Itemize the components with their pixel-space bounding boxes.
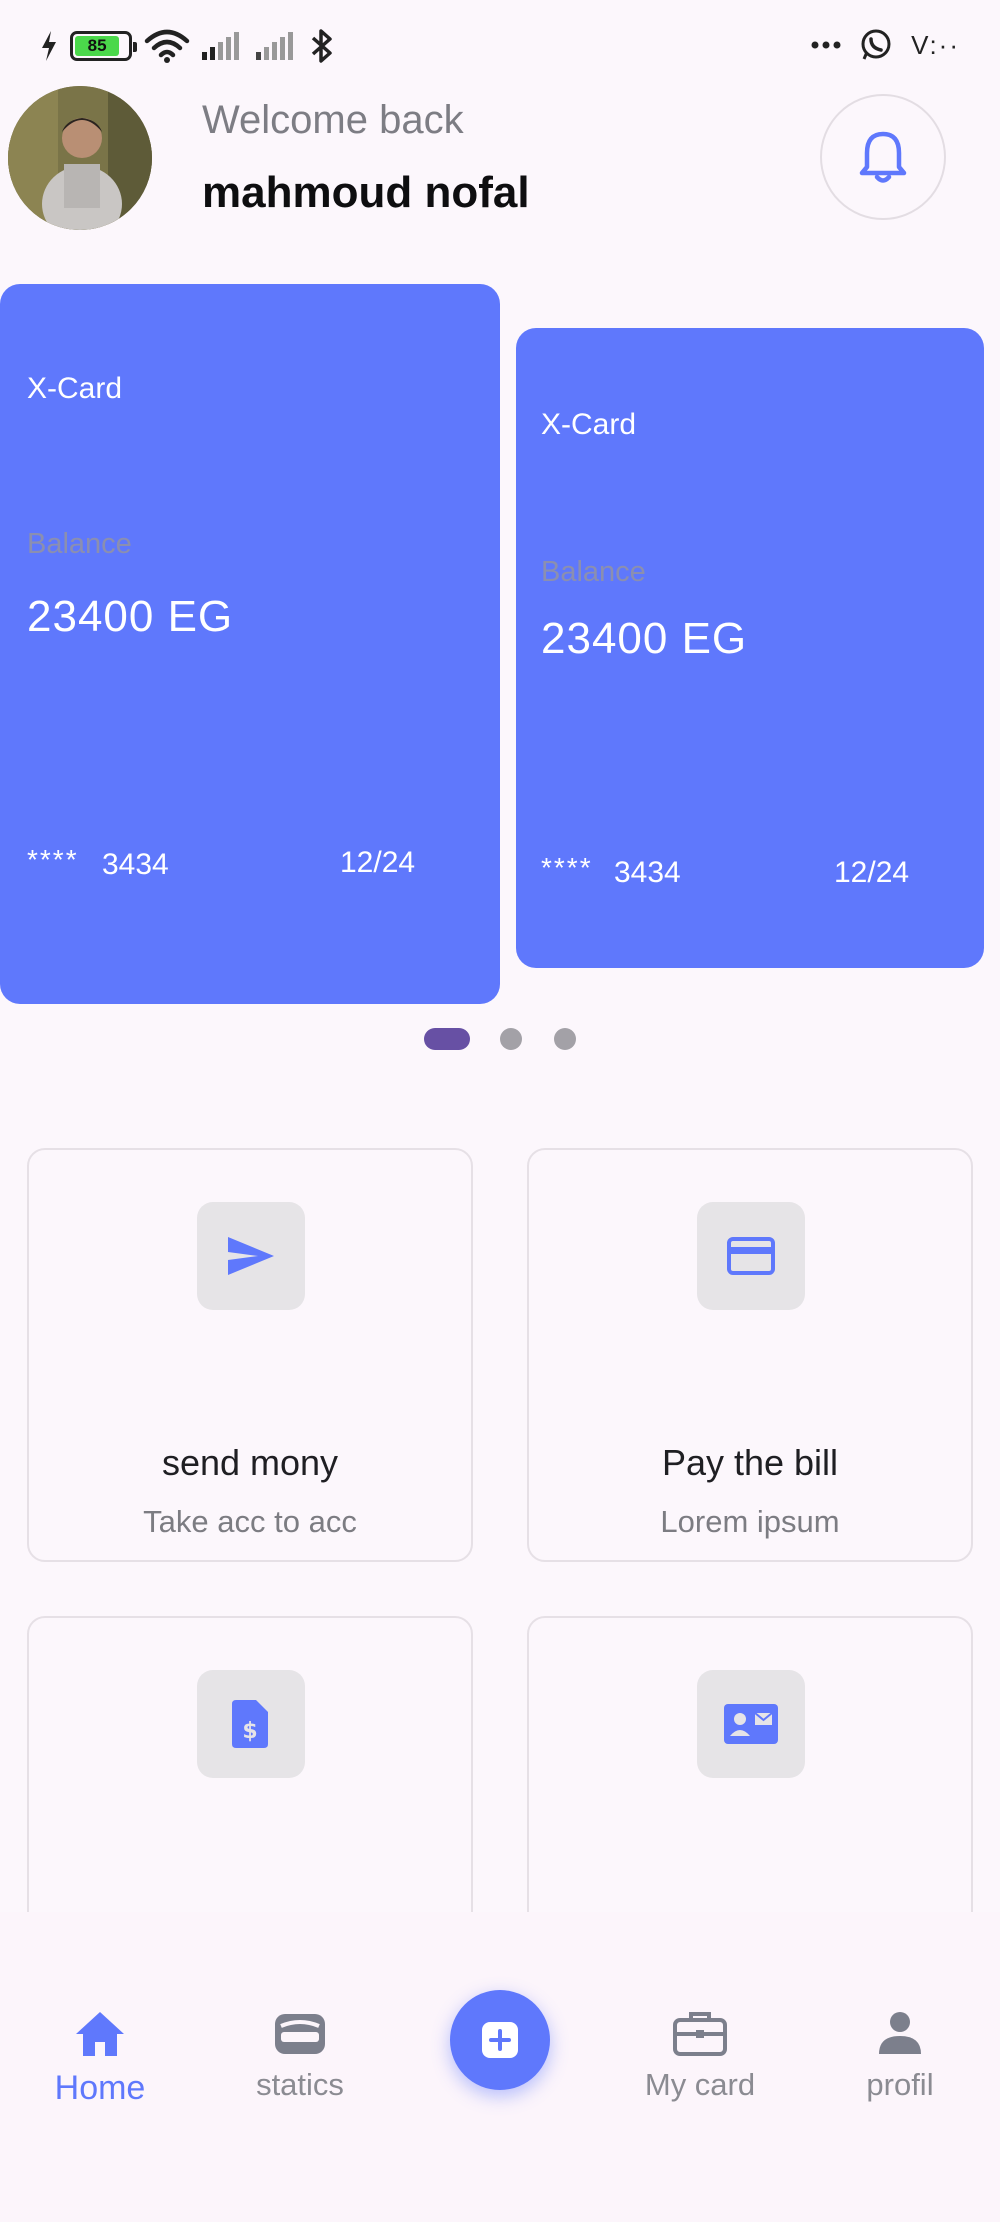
whatsapp-icon [861, 29, 891, 60]
nav-profile[interactable]: profil [830, 2010, 970, 2103]
card-number-mask: **** [27, 844, 79, 875]
welcome-text: Welcome back [202, 98, 464, 142]
carousel-dot-active[interactable] [424, 1028, 470, 1050]
wifi-icon [144, 29, 190, 63]
balance-label: Balance [27, 528, 132, 560]
add-button[interactable] [450, 1990, 550, 2090]
balance-label: Balance [541, 556, 646, 588]
battery-level: 85 [75, 36, 120, 56]
card-expiry: 12/24 [340, 846, 416, 879]
invoice-dollar-icon: $ [232, 1700, 268, 1748]
more-dots-icon [811, 41, 841, 49]
status-text: V:·· [911, 29, 960, 60]
invoice-icon-box: $ [197, 1670, 305, 1778]
tile-title: Pay the bill [661, 1442, 839, 1483]
balance-value: 23400 EG [27, 592, 234, 641]
avatar[interactable] [8, 86, 152, 230]
nav-my-card[interactable]: My card [630, 2010, 770, 2103]
signal-icon [202, 32, 239, 60]
nav-home[interactable]: Home [30, 2010, 170, 2108]
nav-statics[interactable]: statics [230, 2010, 370, 2103]
card-number-mask: **** [541, 852, 593, 883]
balance-card[interactable]: X-Card Balance 23400 EG **** 3434 12/24 [516, 328, 984, 968]
card-brand: X-Card [541, 408, 637, 441]
balance-value: 23400 EG [541, 614, 748, 663]
username: mahmoud nofal [202, 168, 530, 217]
nav-label: statics [256, 2067, 344, 2102]
tile-subtitle: Lorem ipsum [660, 1504, 840, 1539]
home-icon [76, 2012, 124, 2056]
nav-label: Home [54, 2069, 146, 2107]
credit-card-icon [727, 1237, 775, 1275]
card-last4: 3434 [614, 856, 681, 889]
card-icon-box [697, 1202, 805, 1310]
add-icon [482, 2022, 518, 2058]
card-expiry: 12/24 [834, 856, 910, 889]
tile-subtitle: Take acc to acc [143, 1504, 357, 1539]
send-icon [228, 1237, 274, 1275]
carousel-dot[interactable] [554, 1028, 576, 1050]
person-icon [879, 2012, 921, 2054]
contact-card-icon [724, 1704, 778, 1744]
status-left: 85 [40, 28, 334, 64]
bluetooth-icon [311, 29, 332, 63]
card-brand: X-Card [27, 372, 123, 405]
signal-icon-2 [256, 32, 293, 60]
send-money-tile[interactable]: send mony Take acc to acc [27, 1148, 473, 1562]
battery-icon: 85 [70, 31, 137, 61]
carousel-dot[interactable] [500, 1028, 522, 1050]
nav-label: My card [644, 2067, 756, 2102]
carousel-indicator [0, 1028, 1000, 1052]
notifications-button[interactable] [820, 94, 946, 220]
briefcase-icon [673, 2012, 727, 2056]
bell-icon [859, 131, 907, 183]
balance-card[interactable]: X-Card Balance 23400 EG **** 3434 12/24 [0, 284, 500, 1004]
tile-title: send mony [161, 1442, 339, 1483]
send-icon-box [197, 1202, 305, 1310]
svg-text:$: $ [242, 1719, 257, 1744]
charging-icon [42, 31, 56, 61]
status-bar: 85 V:·· [0, 0, 1000, 92]
pay-bill-tile[interactable]: Pay the bill Lorem ipsum [527, 1148, 973, 1562]
wallet-icon [275, 2014, 325, 2054]
contact-icon-box [697, 1670, 805, 1778]
nav-label: profil [866, 2067, 934, 2102]
card-last4: 3434 [102, 848, 169, 881]
status-right: V:·· [811, 28, 960, 62]
